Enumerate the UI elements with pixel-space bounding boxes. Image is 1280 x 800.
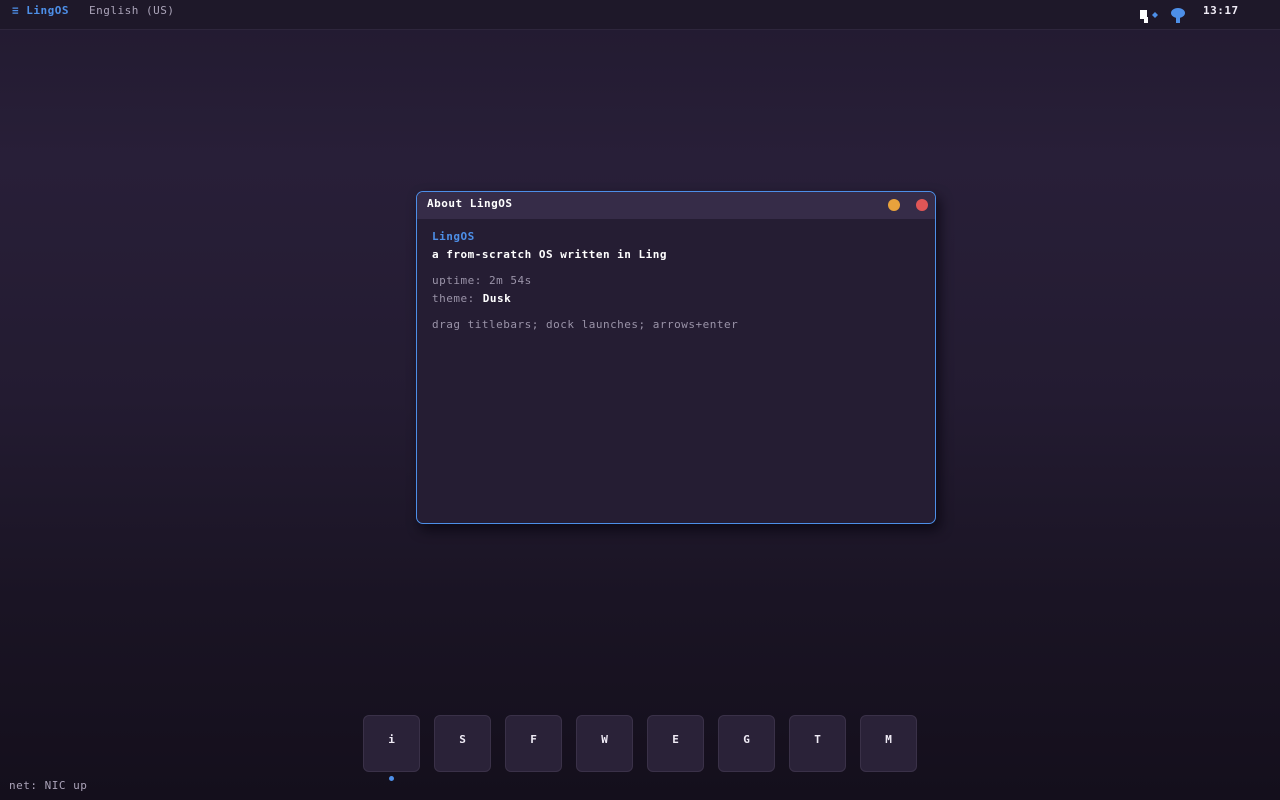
theme-label: theme: — [432, 292, 475, 305]
dock-item-label: E — [672, 733, 679, 746]
menu-button[interactable]: ≡ LingOS — [12, 4, 69, 17]
dock-item-f[interactable]: F — [505, 715, 562, 772]
dock-item-label: i — [388, 733, 395, 746]
top-bar: ≡ LingOS English (US) 13:17 — [0, 0, 1280, 30]
dock-item-label: G — [743, 733, 750, 746]
close-button[interactable] — [916, 199, 928, 211]
minimize-button[interactable] — [888, 199, 900, 211]
dock-item-label: T — [814, 733, 821, 746]
dock-item-e[interactable]: E — [647, 715, 704, 772]
tagline: a from-scratch OS written in Ling — [432, 248, 668, 261]
clock: 13:17 — [1203, 4, 1239, 17]
dock-item-label: F — [530, 733, 537, 746]
dock-item-g[interactable]: G — [718, 715, 775, 772]
window-title: About LingOS — [427, 197, 513, 210]
dock-item-m[interactable]: M — [860, 715, 917, 772]
window-titlebar[interactable]: About LingOS — [417, 192, 935, 219]
app-name: LingOS — [432, 230, 475, 243]
dock-item-w[interactable]: W — [576, 715, 633, 772]
dock-item-label: S — [459, 733, 466, 746]
dock-item-t[interactable]: T — [789, 715, 846, 772]
dock-item-label: M — [885, 733, 892, 746]
network-icon[interactable] — [1138, 7, 1162, 23]
language-indicator[interactable]: English (US) — [89, 4, 174, 17]
dock-item-label: W — [601, 733, 608, 746]
volume-icon[interactable] — [1170, 7, 1186, 23]
theme-value: Dusk — [482, 292, 512, 305]
theme-row: theme: Dusk — [432, 292, 511, 305]
network-status: net: NIC up — [9, 779, 88, 792]
dock-item-info[interactable]: i — [363, 715, 420, 772]
uptime-text: uptime: 2m 54s — [432, 274, 532, 287]
about-window: About LingOS LingOS a from-scratch OS wr… — [416, 191, 936, 524]
dock-item-s[interactable]: S — [434, 715, 491, 772]
dock-active-indicator — [389, 776, 394, 781]
hint-text: drag titlebars; dock launches; arrows+en… — [432, 318, 739, 331]
